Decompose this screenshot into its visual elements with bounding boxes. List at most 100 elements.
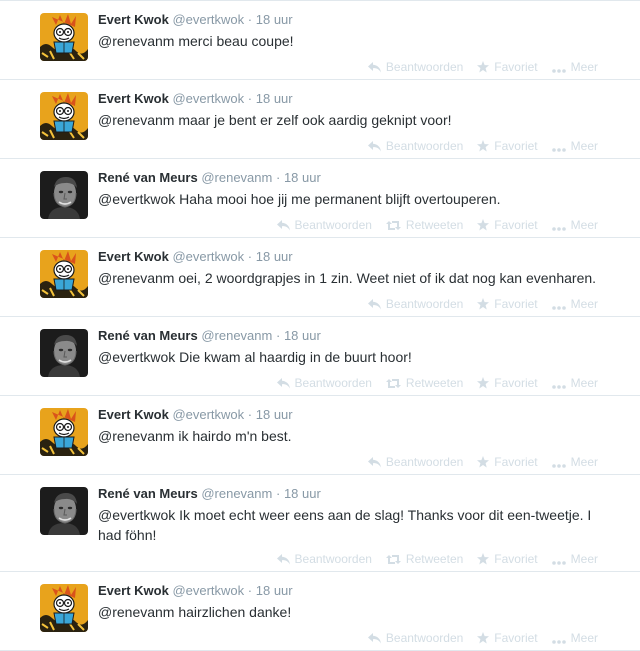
star-button[interactable]: Favoriet [477, 375, 538, 391]
reply-button[interactable]: Beantwoorden [367, 630, 463, 646]
rene-avatar[interactable] [40, 329, 88, 377]
action-label: Favoriet [494, 455, 538, 469]
tweet-header: Evert Kwok @evertkwok · 18 uur [98, 407, 293, 423]
star-button[interactable]: Favoriet [477, 217, 538, 233]
separator-dot: · [247, 583, 253, 598]
star-button[interactable]: Favoriet [477, 630, 538, 646]
more-button[interactable]: Meer [551, 296, 598, 312]
author-username[interactable]: @renevanm [201, 328, 272, 343]
tweet-text: @renevanm hairzlichen danke! [98, 604, 292, 620]
action-label: Favoriet [494, 139, 538, 153]
reply-button[interactable]: Beantwoorden [276, 375, 372, 391]
reply-button[interactable]: Beantwoorden [367, 296, 463, 312]
star-button[interactable]: Favoriet [477, 551, 538, 567]
author-fullname[interactable]: Evert Kwok [98, 12, 169, 27]
tweet-header: Evert Kwok @evertkwok · 18 uur [98, 12, 293, 28]
tweet-timestamp[interactable]: 18 uur [256, 12, 293, 27]
tweet-timestamp[interactable]: 18 uur [284, 486, 321, 501]
more-icon [551, 455, 571, 469]
reply-button[interactable]: Beantwoorden [276, 217, 372, 233]
tweet-actions: Beantwoorden Retweeten Favoriet Meer [263, 551, 598, 567]
separator-dot: · [247, 407, 253, 422]
author-fullname[interactable]: Evert Kwok [98, 91, 169, 106]
tweet-timestamp[interactable]: 18 uur [256, 91, 293, 106]
tweet-text: @evertkwok Ik moet echt weer eens aan de… [98, 507, 592, 543]
tweet-timestamp[interactable]: 18 uur [284, 170, 321, 185]
tweet[interactable]: René van Meurs @renevanm · 18 uur @evertk… [0, 317, 640, 396]
author-username[interactable]: @evertkwok [172, 583, 244, 598]
more-icon [551, 139, 571, 153]
reply-icon [367, 455, 386, 469]
more-button[interactable]: Meer [551, 551, 598, 567]
tweet[interactable]: René van Meurs @renevanm · 18 uur @evertk… [0, 475, 640, 572]
author-fullname[interactable]: Evert Kwok [98, 249, 169, 264]
tweet-timestamp[interactable]: 18 uur [284, 328, 321, 343]
tweet[interactable]: Evert Kwok @evertkwok · 18 uur @renevanm … [0, 238, 640, 317]
separator-dot: · [247, 12, 253, 27]
retweet-button[interactable]: Retweeten [385, 217, 464, 233]
separator-dot: · [247, 249, 253, 264]
evert-avatar[interactable] [40, 250, 88, 298]
action-label: Beantwoorden [294, 218, 372, 232]
evert-avatar[interactable] [40, 92, 88, 140]
author-fullname[interactable]: Evert Kwok [98, 583, 169, 598]
star-button[interactable]: Favoriet [477, 296, 538, 312]
author-fullname[interactable]: René van Meurs [98, 486, 198, 501]
tweet[interactable]: Evert Kwok @evertkwok · 18 uur @renevanm … [0, 1, 640, 80]
author-username[interactable]: @evertkwok [172, 249, 244, 264]
tweet[interactable]: Evert Kwok @evertkwok · 18 uur @renevanm … [0, 80, 640, 159]
more-button[interactable]: Meer [551, 375, 598, 391]
tweet-actions: Beantwoorden Favoriet Meer [354, 454, 598, 470]
rene-avatar[interactable] [40, 171, 88, 219]
star-button[interactable]: Favoriet [477, 138, 538, 154]
author-username[interactable]: @renevanm [201, 170, 272, 185]
reply-button[interactable]: Beantwoorden [367, 454, 463, 470]
tweet-text: @renevanm oei, 2 woordgrapjes in 1 zin. … [98, 270, 597, 286]
more-button[interactable]: Meer [551, 454, 598, 470]
rene-avatar[interactable] [40, 487, 88, 535]
action-label: Retweeten [405, 376, 464, 390]
star-icon [477, 455, 494, 469]
retweet-icon [385, 218, 406, 232]
evert-avatar[interactable] [40, 13, 88, 61]
star-icon [477, 297, 494, 311]
retweet-button[interactable]: Retweeten [385, 375, 464, 391]
author-fullname[interactable]: René van Meurs [98, 328, 198, 343]
retweet-button[interactable]: Retweeten [385, 551, 463, 567]
star-button[interactable]: Favoriet [477, 59, 538, 75]
star-button[interactable]: Favoriet [477, 454, 538, 470]
action-label: Retweeten [405, 218, 464, 232]
more-button[interactable]: Meer [551, 630, 598, 646]
author-username[interactable]: @evertkwok [172, 12, 244, 27]
tweet[interactable]: Evert Kwok @evertkwok · 18 uur @renevanm … [0, 572, 640, 651]
tweet-header: Evert Kwok @evertkwok · 18 uur [98, 249, 293, 265]
tweet[interactable]: Evert Kwok @evertkwok · 18 uur @renevanm … [0, 396, 640, 475]
reply-button[interactable]: Beantwoorden [367, 138, 463, 154]
action-label: Favoriet [494, 631, 538, 645]
reply-button[interactable]: Beantwoorden [367, 59, 463, 75]
evert-avatar[interactable] [40, 584, 88, 632]
more-button[interactable]: Meer [551, 138, 598, 154]
more-button[interactable]: Meer [551, 59, 598, 75]
separator-dot: · [275, 328, 281, 343]
tweet-actions: Beantwoorden Favoriet Meer [354, 296, 598, 312]
reply-icon [367, 139, 386, 153]
more-button[interactable]: Meer [551, 217, 598, 233]
tweet-timestamp[interactable]: 18 uur [256, 249, 293, 264]
author-fullname[interactable]: René van Meurs [98, 170, 198, 185]
evert-avatar[interactable] [40, 408, 88, 456]
tweet-timestamp[interactable]: 18 uur [256, 583, 293, 598]
tweet-text: @renevanm merci beau coupe! [98, 33, 294, 49]
tweet-timestamp[interactable]: 18 uur [256, 407, 293, 422]
reply-icon [367, 631, 386, 645]
reply-button[interactable]: Beantwoorden [276, 551, 372, 567]
tweet[interactable]: René van Meurs @renevanm · 18 uur @evertk… [0, 159, 640, 238]
author-username[interactable]: @evertkwok [172, 91, 244, 106]
star-icon [477, 376, 494, 390]
author-fullname[interactable]: Evert Kwok [98, 407, 169, 422]
author-username[interactable]: @evertkwok [172, 407, 244, 422]
separator-dot: · [275, 170, 281, 185]
more-icon [551, 552, 571, 566]
author-username[interactable]: @renevanm [201, 486, 272, 501]
retweet-icon [385, 552, 406, 566]
